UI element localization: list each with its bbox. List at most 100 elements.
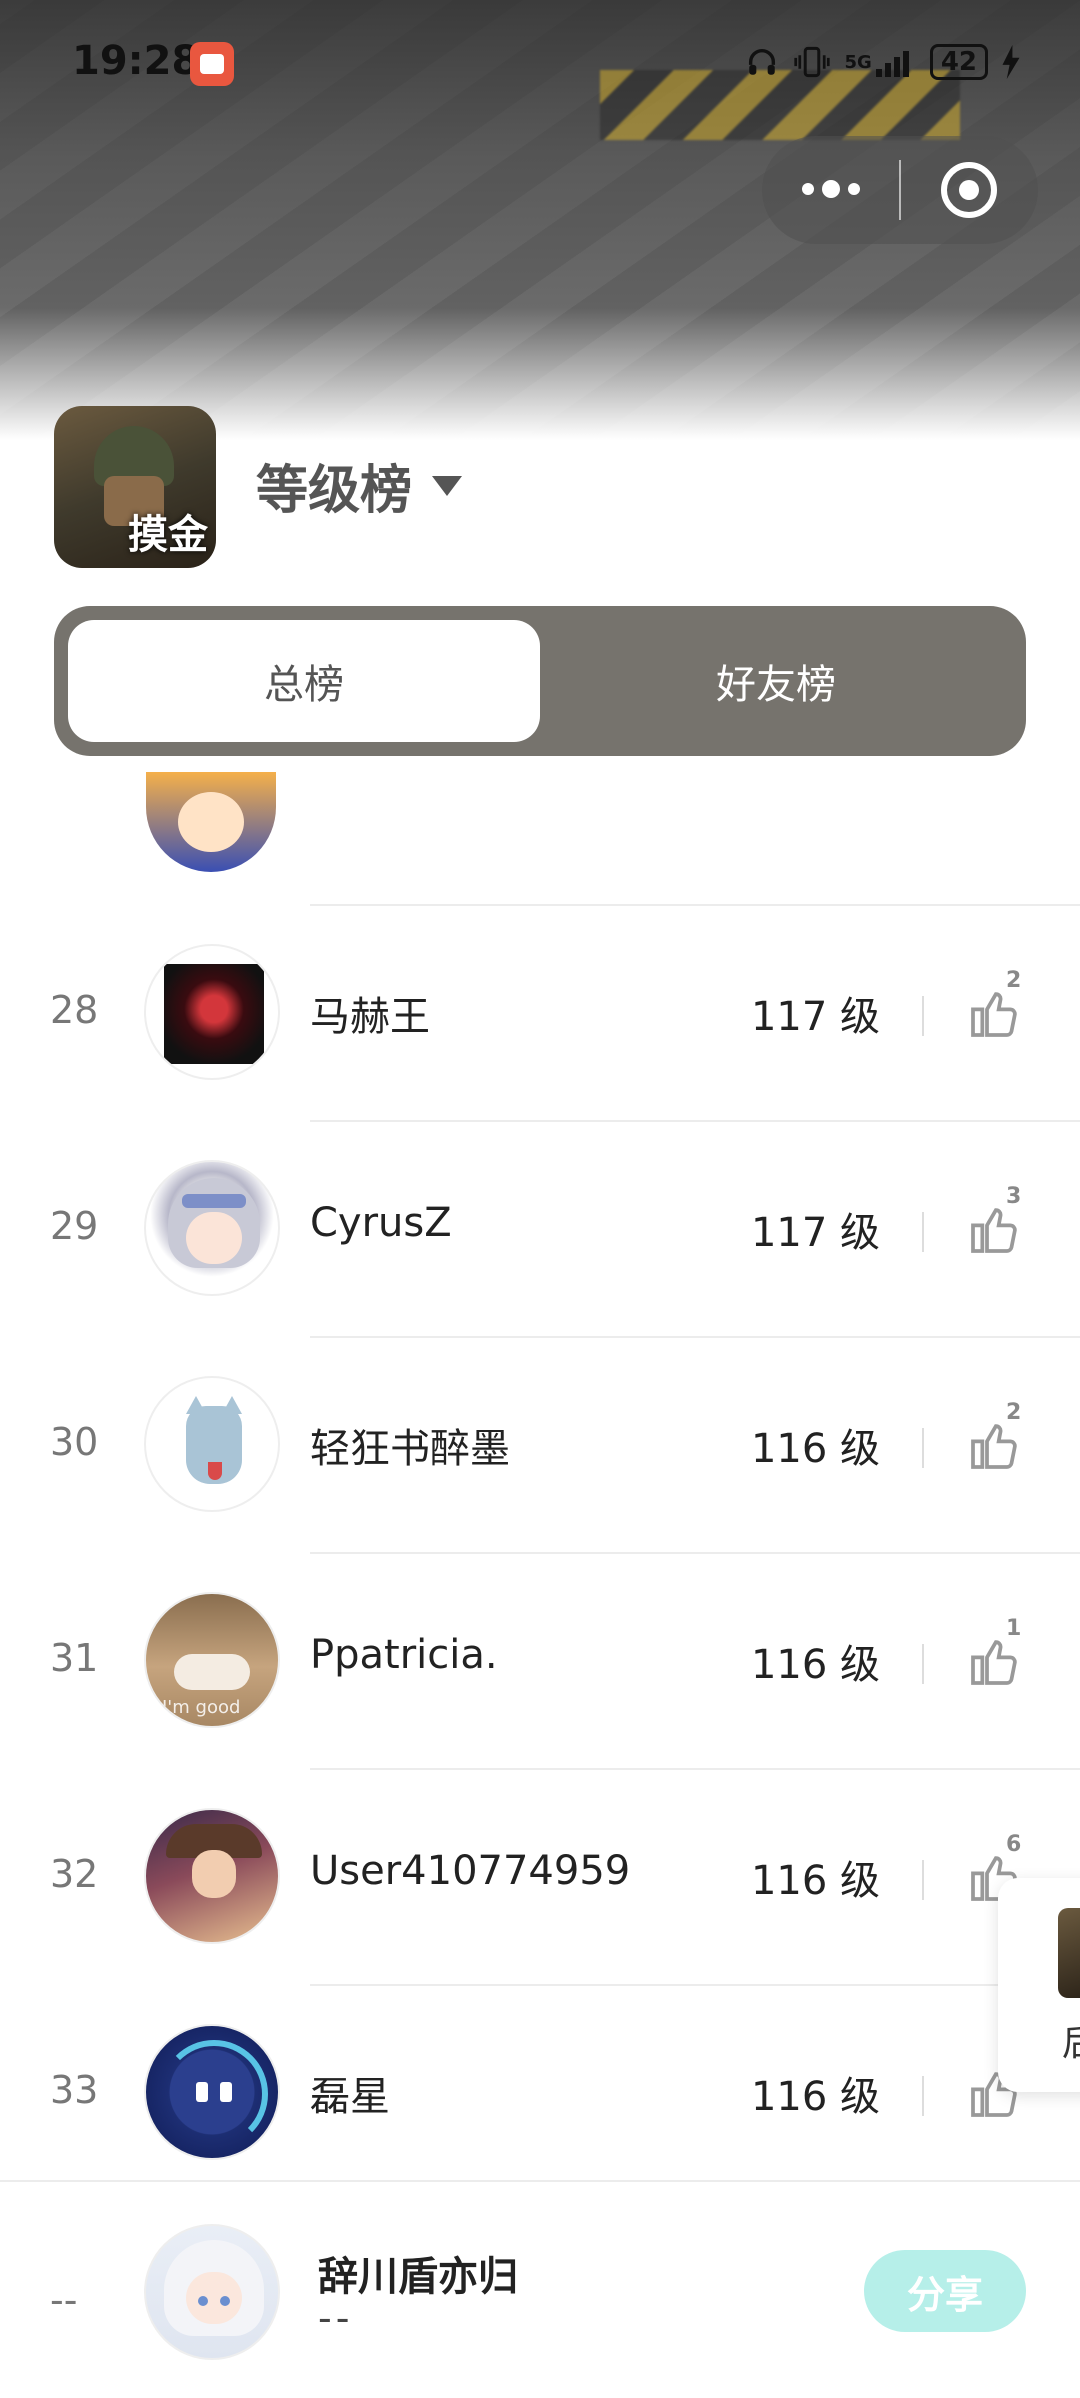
rank-number: 32 [50,1852,99,1896]
avatar-eye [220,2296,230,2306]
like-count: 2 [1006,968,1022,993]
player-level: 117 级 [750,994,880,1040]
headphones-icon [745,44,779,80]
ranking-list[interactable]: 28 马赫王 117 级 2 29 CyrusZ 117 级 3 30 轻狂书醉… [0,772,1080,2180]
player-level: 117 级 [750,1210,880,1256]
row-divider [310,1552,1080,1554]
charging-icon [1002,44,1020,80]
row-vertical-divider [922,1428,924,1468]
rank-number: 30 [50,1420,99,1464]
row-divider [310,1336,1080,1338]
avatar-eye [220,2082,232,2102]
row-vertical-divider [922,1860,924,1900]
game-icon: 摸金 [54,406,216,568]
like-count: 3 [1006,1184,1022,1209]
avatar-tongue [208,1462,222,1480]
ranking-row[interactable]: 31 I'm good Ppatricia. 116 级 1 [0,1552,1080,1768]
ranking-row[interactable]: 30 轻狂书醉墨 116 级 2 [0,1336,1080,1552]
player-name: Ppatricia. [310,1632,498,1678]
floating-game-widget[interactable]: 后 [998,1878,1080,2092]
avatar-eye [196,2082,208,2102]
network-5g-icon: 5G [845,44,916,80]
avatar-face [186,1212,242,1264]
thumbs-up-icon[interactable] [966,1416,1022,1476]
like-count: 2 [1006,1400,1022,1425]
my-player-level: -- [318,2296,354,2340]
player-name: 轻狂书醉墨 [310,1426,510,1472]
network-label: 5G [844,51,872,73]
avatar[interactable] [144,1376,280,1512]
avatar-glasses [182,1194,246,1208]
avatar [146,772,276,872]
my-player-name: 辞川盾亦归 [318,2254,518,2300]
status-icons: 5G 42 [745,44,1021,80]
ranking-row[interactable]: 33 磊星 116 级 [0,1984,1080,2180]
dot-icon [821,179,840,198]
close-miniprogram-button[interactable] [901,162,1038,218]
row-vertical-divider [922,1212,924,1252]
rank-number: 28 [50,988,99,1032]
thumbs-up-icon[interactable] [966,1632,1022,1692]
row-vertical-divider [922,1644,924,1684]
player-name: User410774959 [310,1848,631,1894]
avatar[interactable] [144,944,280,1080]
floating-widget-label: 后 [1062,2014,1080,2066]
my-rank-number: -- [50,2278,78,2322]
avatar-arc [160,2040,268,2148]
dot-icon [801,182,814,195]
like-count: 1 [1006,1616,1022,1641]
rank-number: 29 [50,1204,99,1248]
red-dragon-avatar-image [164,964,264,1064]
more-options-button[interactable] [762,179,899,198]
thumbs-up-icon[interactable] [966,1200,1022,1260]
share-button[interactable]: 分享 [864,2250,1026,2332]
avatar-cat-shape [174,1654,250,1690]
player-level: 116 级 [750,2074,880,2120]
board-selector[interactable]: 等级榜 [256,448,463,523]
game-icon-label: 摸金 [128,512,208,558]
tab-friends[interactable]: 好友榜 [540,620,1012,742]
dot-icon [847,182,860,195]
player-name: 磊星 [310,2074,390,2120]
ranking-row[interactable]: 29 CyrusZ 117 级 3 [0,1120,1080,1336]
like-count: 6 [1006,1832,1022,1857]
row-divider [310,1984,1080,1986]
avatar-eye [198,2296,208,2306]
battery-level: 42 [940,47,977,77]
floating-game-thumbnail [1058,1908,1080,1998]
row-vertical-divider [922,2076,924,2116]
avatar[interactable] [144,1160,280,1296]
player-name: 马赫王 [310,994,430,1040]
notification-app-icon [190,42,234,86]
row-divider [310,1768,1080,1770]
miniprogram-capsule [762,136,1038,244]
battery-icon: 42 [929,44,988,80]
player-name: CyrusZ [310,1200,452,1246]
row-vertical-divider [922,996,924,1036]
status-time: 19:28 [72,38,200,84]
avatar-face [192,1850,236,1898]
ranking-row[interactable]: 28 马赫王 117 级 2 [0,904,1080,1120]
ranking-row[interactable]: 32 User410774959 116 级 6 [0,1768,1080,1984]
row-divider [310,904,1080,906]
my-avatar[interactable] [144,2224,280,2360]
tab-overall[interactable]: 总榜 [68,620,540,742]
ranking-tabs: 总榜 好友榜 [54,606,1026,756]
status-bar: 19:28 5G 42 [0,0,1080,130]
vibrate-icon [793,44,831,80]
board-title: 等级榜 [256,461,413,521]
target-circle-icon [941,162,998,218]
avatar-face [186,2272,242,2324]
avatar-caption: I'm good [162,1697,241,1718]
thumbs-up-icon[interactable] [966,984,1022,1044]
avatar[interactable] [144,2024,280,2160]
my-rank-bar: -- 辞川盾亦归 -- 分享 [0,2180,1080,2398]
rank-number: 31 [50,1636,99,1680]
avatar[interactable]: I'm good [144,1592,280,1728]
player-level: 116 级 [750,1642,880,1688]
avatar[interactable] [144,1808,280,1944]
player-level: 116 级 [750,1426,880,1472]
rank-number: 33 [50,2068,99,2112]
caret-down-icon [432,475,463,496]
row-divider [310,1120,1080,1122]
